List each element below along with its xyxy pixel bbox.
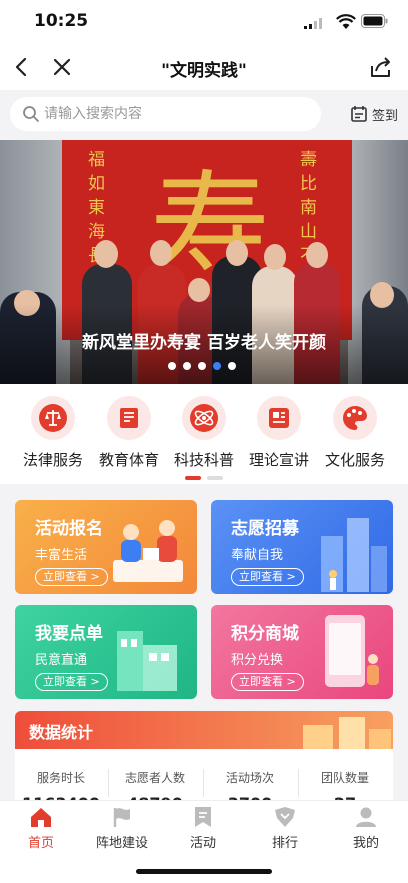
activity-icon [195,807,211,827]
tab-label: 排行 [271,836,298,851]
stat-label: 团队数量 [320,771,369,785]
carousel-indicator [168,362,236,370]
book-icon [120,408,138,428]
category-label: 理论宣讲 [248,451,309,469]
statistics-title: 数据统计 [29,723,94,742]
category-label: 教育体育 [98,451,159,469]
status-bar: 10:25 [0,0,408,44]
profile-icon [356,807,376,827]
tab-profile[interactable]: 我的 [326,805,406,851]
search-box[interactable] [10,97,321,131]
cellular-signal-icon [304,18,322,29]
search-input[interactable] [44,97,304,131]
carousel-dot[interactable] [168,362,176,370]
checkin-label: 签到 [372,108,399,124]
checkin-calendar-icon [351,106,367,122]
card-subtitle: 奉献自我 [231,548,284,563]
statistics-boxes-illustration [303,717,391,749]
category-label: 文化服务 [324,451,385,469]
tab-label: 活动 [189,836,216,851]
carousel-dot-active[interactable] [213,362,221,370]
card-view-button[interactable]: 立即查看 > [35,673,108,691]
card-subtitle: 丰富生活 [35,548,88,563]
card-view-button[interactable]: 立即查看 > [231,568,304,586]
card-volunteer-recruit[interactable]: 志愿招募 奉献自我 立即查看 > [211,500,393,594]
palette-icon [343,406,367,430]
home-icon [31,808,51,827]
flag-icon [113,808,130,827]
banner-carousel[interactable]: 福如東海長 壽比南山不 寿 新风堂里办寿宴 百岁老人笑开颜 [0,140,408,384]
card-points-mall[interactable]: 积分商城 积分兑换 立即查看 > [211,605,393,699]
statistics-panel: 数据统计 服务时长 1163400 志愿者人数 48790 活动场次 3700 … [15,711,393,811]
card-view-button[interactable]: 立即查看 > [231,673,304,691]
card-activity-signup[interactable]: 活动报名 丰富生活 立即查看 > [15,500,197,594]
card-title: 志愿招募 [231,519,299,539]
carousel-dot[interactable] [198,362,206,370]
category-label: 法律服务 [22,451,83,469]
tab-label: 我的 [352,836,379,851]
card-subtitle: 民意直通 [35,653,88,668]
category-page-indicator [185,476,223,480]
home-indicator [136,869,272,874]
stat-label: 活动场次 [225,771,274,785]
category-science[interactable]: 科技科普 [164,396,244,470]
tab-label: 阵地建设 [95,836,148,851]
category-legal-services[interactable]: 法律服务 [13,396,93,470]
back-icon[interactable] [10,54,34,80]
tab-ranking[interactable]: 排行 [245,805,325,851]
card-title: 我要点单 [35,624,103,644]
search-icon [23,106,39,122]
card-subtitle: 积分兑换 [231,653,284,668]
tab-label: 首页 [27,836,54,851]
search-row: 签到 [0,90,408,140]
stat-label: 志愿者人数 [124,771,185,785]
banner-caption: 新风堂里办寿宴 百岁老人笑开颜 [82,333,326,353]
statistics-header: 数据统计 [15,711,393,749]
close-icon[interactable] [50,54,74,80]
card-title: 积分商城 [231,624,299,644]
category-grid: 法律服务 教育体育 科技科普 理论宣讲 文化服务 [0,384,408,484]
science-icon [190,404,218,432]
tab-activity[interactable]: 活动 [163,805,243,851]
card-title: 活动报名 [35,519,103,539]
activity-signup-illustration [113,520,183,582]
points-mall-phone-illustration [325,615,379,687]
tab-home[interactable]: 首页 [1,805,81,851]
ranking-icon [275,807,295,827]
tab-base-building[interactable]: 阵地建设 [82,805,162,851]
wifi-icon [336,14,356,29]
category-culture[interactable]: 文化服务 [315,396,395,470]
category-label: 科技科普 [173,451,234,469]
lecture-icon [269,408,289,428]
status-time: 10:25 [34,11,89,31]
category-theory-lecture[interactable]: 理论宣讲 [239,396,319,470]
card-view-button[interactable]: 立即查看 > [35,568,108,586]
stat-label: 服务时长 [36,771,85,785]
battery-icon [361,14,388,28]
carousel-dot[interactable] [183,362,191,370]
checkin-button[interactable]: 签到 [350,102,398,126]
scales-icon [39,404,67,432]
category-education-sports[interactable]: 教育体育 [89,396,169,470]
card-order-service[interactable]: 我要点单 民意直通 立即查看 > [15,605,197,699]
share-icon[interactable] [368,54,394,80]
navigation-bar: "文明实践" [0,44,408,90]
volunteer-buildings-illustration [321,518,387,592]
carousel-dot[interactable] [228,362,236,370]
order-building-illustration [117,631,177,691]
